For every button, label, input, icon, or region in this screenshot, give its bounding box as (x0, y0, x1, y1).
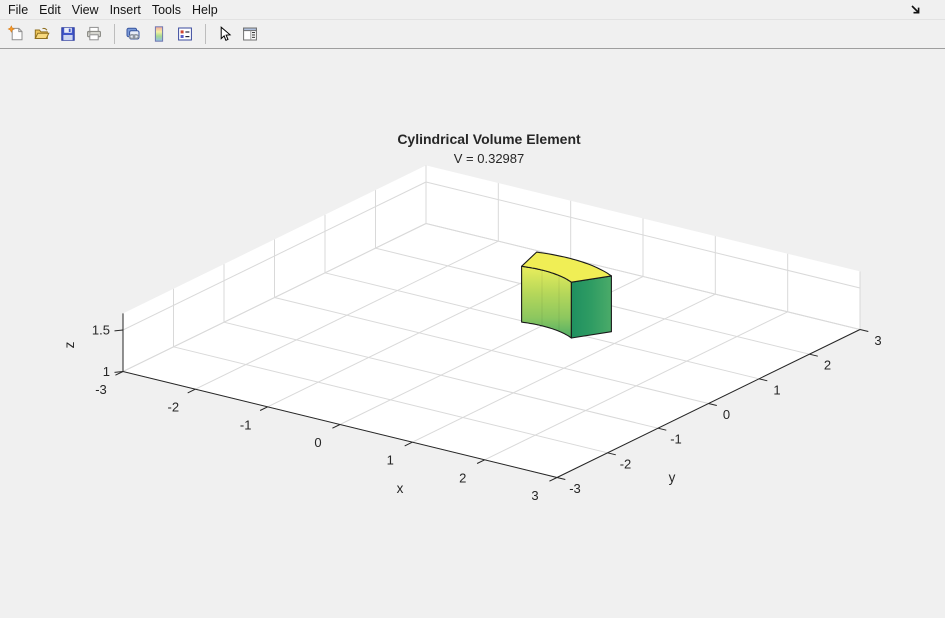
new-figure-button[interactable] (4, 22, 28, 46)
wedge-inner-face (522, 266, 572, 338)
save-figure-button[interactable] (56, 22, 80, 46)
figure-window: FileEditViewInsertToolsHelp (0, 0, 945, 618)
x-axis (123, 372, 557, 478)
toolbar-separator (114, 24, 115, 44)
svg-text:-1: -1 (240, 417, 252, 432)
legend-icon (176, 25, 194, 43)
dock-arrow-icon (909, 2, 923, 16)
svg-text:-1: -1 (670, 432, 682, 447)
svg-text:3: 3 (874, 333, 881, 348)
svg-text:2: 2 (824, 358, 831, 373)
grid-lines (123, 165, 860, 477)
svg-text:0: 0 (723, 407, 730, 422)
z-axis-label: z (62, 341, 77, 348)
svg-text:-2: -2 (168, 400, 180, 415)
toolbar (0, 20, 945, 49)
menu-items: FileEditViewInsertToolsHelp (3, 1, 224, 19)
svg-text:-2: -2 (620, 456, 632, 471)
open-figure-button[interactable] (30, 22, 54, 46)
svg-text:-3: -3 (569, 481, 581, 496)
colorbar-icon (150, 25, 168, 43)
menu-item-view[interactable]: View (67, 2, 104, 18)
svg-text:1: 1 (387, 453, 394, 468)
axis-lines (115, 313, 869, 481)
svg-text:1.5: 1.5 (92, 323, 110, 338)
svg-text:1: 1 (773, 382, 780, 397)
menu-bar: FileEditViewInsertToolsHelp (0, 0, 945, 20)
volume-element (522, 252, 612, 338)
axes-walls (123, 165, 860, 477)
x-axis-label: x (397, 481, 404, 496)
svg-text:1: 1 (103, 364, 110, 379)
property-panel-button[interactable] (238, 22, 262, 46)
wedge-radial-face (571, 276, 611, 338)
menu-item-edit[interactable]: Edit (34, 2, 66, 18)
print-figure-icon (85, 25, 103, 43)
axis-labels: x y z (62, 341, 676, 496)
new-figure-icon (7, 25, 25, 43)
save-figure-icon (59, 25, 77, 43)
figure-canvas: Cylindrical Volume Element V = 0.32987 -… (0, 49, 945, 618)
plot-subtitle: V = 0.32987 (454, 151, 524, 166)
property-panel-icon (241, 25, 259, 43)
copy-figure-icon (124, 25, 142, 43)
copy-figure-button[interactable] (121, 22, 145, 46)
svg-text:2: 2 (459, 470, 466, 485)
print-figure-button[interactable] (82, 22, 106, 46)
menu-item-help[interactable]: Help (187, 2, 223, 18)
menu-item-file[interactable]: File (3, 2, 33, 18)
menu-overflow-button[interactable] (909, 2, 923, 16)
wedge-top-face (522, 252, 612, 282)
menu-item-insert[interactable]: Insert (105, 2, 146, 18)
y-axis-label: y (669, 470, 676, 485)
pointer-button[interactable] (212, 22, 236, 46)
svg-text:0: 0 (314, 435, 321, 450)
menu-item-tools[interactable]: Tools (147, 2, 186, 18)
svg-text:-3: -3 (95, 382, 107, 397)
pointer-icon (215, 25, 233, 43)
colorbar-button[interactable] (147, 22, 171, 46)
y-axis (557, 330, 860, 478)
open-figure-icon (33, 25, 51, 43)
legend-button[interactable] (173, 22, 197, 46)
tick-labels: -3 -2 -1 0 1 2 3 -3 -2 -1 0 1 2 3 1 1.5 (92, 323, 882, 504)
plot-title: Cylindrical Volume Element (397, 131, 580, 147)
svg-text:3: 3 (531, 488, 538, 503)
toolbar-separator (205, 24, 206, 44)
